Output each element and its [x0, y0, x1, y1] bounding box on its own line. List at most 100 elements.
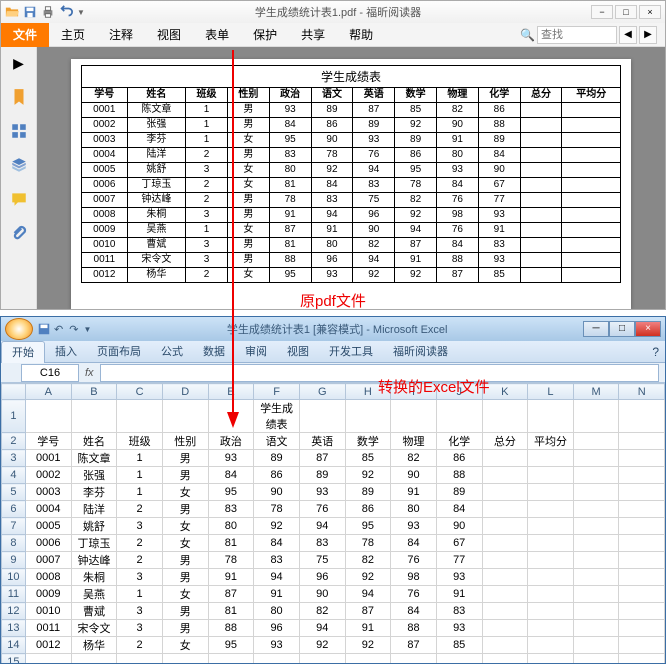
cell[interactable]: 男 [162, 603, 208, 620]
cell[interactable]: 0001 [25, 450, 71, 467]
cell[interactable]: 78 [254, 501, 300, 518]
cell[interactable]: 英语 [299, 433, 345, 450]
open-icon[interactable] [5, 5, 19, 19]
ex-tab-home[interactable]: 开始 [1, 341, 45, 363]
cell[interactable]: 92 [254, 518, 300, 535]
cell[interactable]: 75 [299, 552, 345, 569]
col-header[interactable]: A [25, 384, 71, 400]
cell[interactable]: 男 [162, 620, 208, 637]
cell[interactable]: 84 [391, 603, 437, 620]
cell[interactable] [573, 400, 619, 433]
cell[interactable] [573, 603, 619, 620]
cell[interactable]: 2 [117, 501, 163, 518]
ex-tab-insert[interactable]: 插入 [45, 341, 87, 363]
print-icon[interactable] [41, 5, 55, 19]
cell[interactable] [573, 535, 619, 552]
cell[interactable]: 性别 [162, 433, 208, 450]
row-header[interactable]: 2 [2, 433, 26, 450]
cell[interactable]: 93 [208, 450, 254, 467]
tab-file[interactable]: 文件 [1, 23, 49, 47]
cell[interactable]: 86 [436, 450, 482, 467]
cell[interactable] [619, 552, 665, 569]
col-header[interactable]: G [299, 384, 345, 400]
cell[interactable] [573, 450, 619, 467]
cell[interactable] [573, 586, 619, 603]
cell[interactable] [573, 501, 619, 518]
cell[interactable]: 90 [299, 586, 345, 603]
cell[interactable]: 85 [436, 637, 482, 654]
office-button[interactable] [5, 318, 33, 340]
ex-undo-icon[interactable]: ↶ [54, 323, 63, 336]
cell[interactable] [482, 450, 528, 467]
search-input[interactable] [537, 26, 617, 44]
cell[interactable] [619, 603, 665, 620]
cell[interactable]: 83 [254, 552, 300, 569]
cell[interactable] [299, 400, 345, 433]
tab-home[interactable]: 主页 [49, 23, 97, 47]
cell[interactable] [573, 433, 619, 450]
cell[interactable] [573, 620, 619, 637]
cell[interactable]: 0006 [25, 535, 71, 552]
cell[interactable]: 84 [436, 501, 482, 518]
cell[interactable]: 76 [299, 501, 345, 518]
cell[interactable] [482, 501, 528, 518]
ex-qat-dropdown[interactable]: ▼ [83, 325, 91, 334]
cell[interactable]: 81 [208, 535, 254, 552]
cell[interactable]: 88 [208, 620, 254, 637]
cell[interactable]: 钟达峰 [71, 552, 117, 569]
cell[interactable] [619, 620, 665, 637]
cell[interactable]: 67 [436, 535, 482, 552]
cell[interactable]: 78 [208, 552, 254, 569]
cell[interactable]: 88 [436, 467, 482, 484]
cell[interactable] [619, 654, 665, 664]
cell[interactable]: 87 [299, 450, 345, 467]
cell[interactable] [436, 400, 482, 433]
maximize-button[interactable]: □ [615, 5, 637, 19]
cell[interactable]: 83 [436, 603, 482, 620]
cell[interactable] [162, 654, 208, 664]
row-header[interactable]: 3 [2, 450, 26, 467]
cell[interactable]: 2 [117, 535, 163, 552]
cell[interactable]: 数学 [345, 433, 391, 450]
cell[interactable]: 94 [299, 620, 345, 637]
cell[interactable]: 94 [299, 518, 345, 535]
excel-grid-area[interactable]: ABCDEFGHIJKLMN1学生成绩表2学号姓名班级性别政治语文英语数学物理化… [1, 383, 665, 663]
col-header[interactable]: D [162, 384, 208, 400]
ex-redo-icon[interactable]: ↷ [69, 323, 78, 336]
cell[interactable] [117, 654, 163, 664]
cell[interactable]: 93 [391, 518, 437, 535]
ex-tab-view[interactable]: 视图 [277, 341, 319, 363]
row-header[interactable]: 11 [2, 586, 26, 603]
col-header[interactable]: F [254, 384, 300, 400]
ex-maximize-button[interactable]: □ [609, 321, 635, 337]
cell[interactable]: 宋令文 [71, 620, 117, 637]
cell[interactable] [619, 535, 665, 552]
cell[interactable]: 女 [162, 484, 208, 501]
cell[interactable]: 化学 [436, 433, 482, 450]
cell[interactable]: 0008 [25, 569, 71, 586]
cell[interactable] [208, 654, 254, 664]
cell[interactable]: 80 [254, 603, 300, 620]
cell[interactable]: 0004 [25, 501, 71, 518]
cell[interactable]: 76 [391, 586, 437, 603]
tab-help[interactable]: 帮助 [337, 23, 385, 47]
cell[interactable]: 87 [345, 603, 391, 620]
cell[interactable]: 学生成绩表 [254, 400, 300, 433]
cell[interactable] [573, 637, 619, 654]
cell[interactable] [482, 603, 528, 620]
cell[interactable]: 陆洋 [71, 501, 117, 518]
cell[interactable]: 女 [162, 535, 208, 552]
search-next-button[interactable]: ▶ [639, 26, 657, 44]
col-header[interactable]: E [208, 384, 254, 400]
cell[interactable]: 陈文章 [71, 450, 117, 467]
cell[interactable] [345, 400, 391, 433]
cell[interactable]: 81 [208, 603, 254, 620]
cell[interactable] [528, 552, 574, 569]
cell[interactable]: 0007 [25, 552, 71, 569]
row-header[interactable]: 12 [2, 603, 26, 620]
cell[interactable]: 学号 [25, 433, 71, 450]
cell[interactable] [528, 450, 574, 467]
tab-form[interactable]: 表单 [193, 23, 241, 47]
cell[interactable]: 女 [162, 637, 208, 654]
col-header[interactable]: M [573, 384, 619, 400]
